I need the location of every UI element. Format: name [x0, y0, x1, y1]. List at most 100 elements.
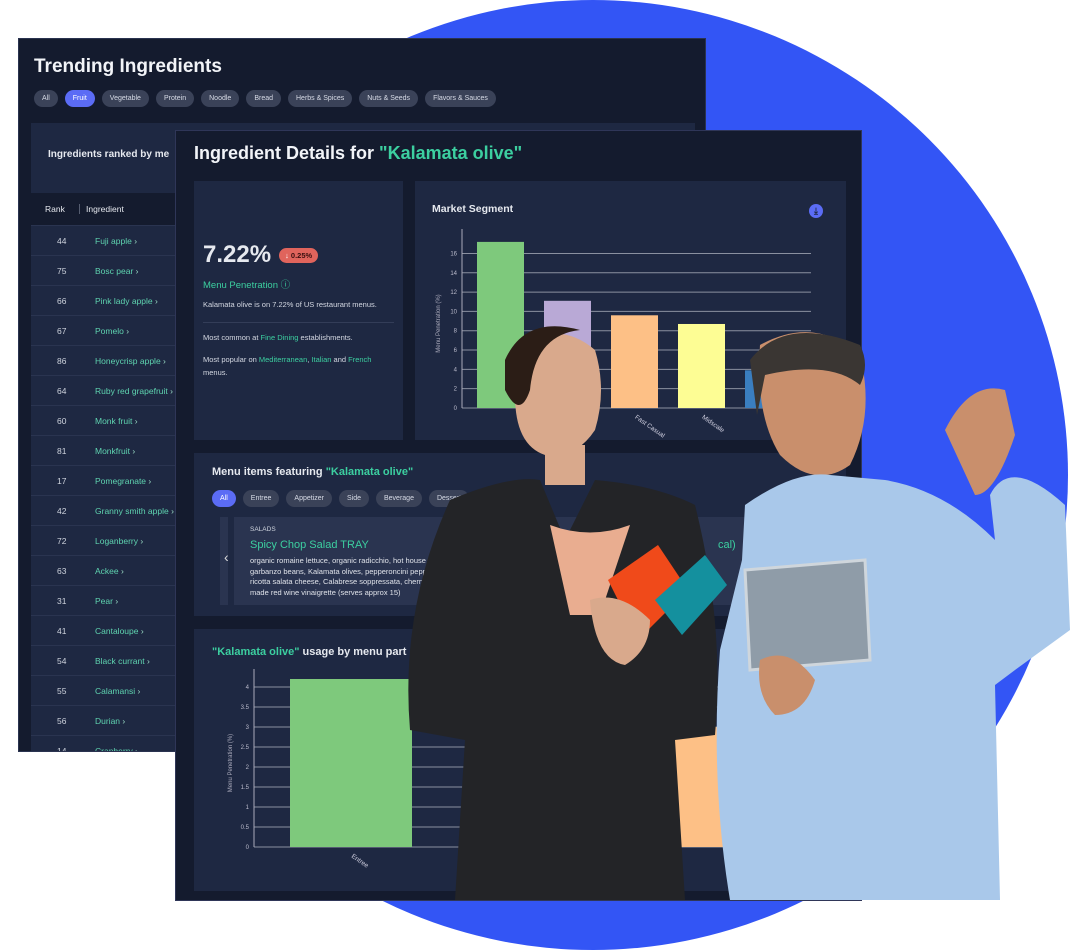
divider — [203, 322, 394, 323]
most-popular-text: Most popular on Mediterranean, Italian a… — [203, 355, 372, 377]
ingredient-link[interactable]: Bosc pear — [81, 266, 138, 276]
cuisine-link[interactable]: Mediterranean — [259, 355, 307, 364]
ingredient-link[interactable]: Ruby red grapefruit — [81, 386, 173, 396]
category-filters: All Fruit Vegetable Protein Noodle Bread Herbs… — [34, 90, 496, 107]
y-tick-label: 1 — [246, 805, 250, 811]
rank-cell: 54 — [57, 655, 67, 666]
x-tick-label: Midscale — [700, 414, 725, 435]
bar — [544, 300, 591, 408]
y-tick-label: 10 — [450, 309, 457, 315]
filter-chip-protein[interactable]: Protein — [155, 90, 195, 107]
filter-chip-entree[interactable]: Entree — [242, 490, 280, 507]
ingredient-link[interactable]: Pomelo — [81, 326, 129, 336]
rank-cell: 17 — [57, 475, 67, 486]
menu-part-usage-card: "Kalamata olive" usage by menu part Menu… — [194, 629, 846, 891]
ingredient-link[interactable]: Honeycrisp apple — [81, 356, 166, 366]
ingredient-link[interactable]: Pink lady apple — [81, 296, 158, 306]
y-axis-label: Menu Penetration (%) — [228, 734, 234, 792]
y-tick-label: 1.5 — [241, 785, 250, 791]
y-tick-label: 4 — [454, 367, 458, 373]
y-tick-label: 0.5 — [241, 825, 250, 831]
chevron-left-icon[interactable]: ‹ — [224, 549, 229, 565]
bar — [678, 323, 725, 408]
filter-chip-all[interactable]: All — [212, 490, 236, 507]
ingredient-name: "Kalamata olive" — [379, 143, 523, 163]
ingredient-link[interactable]: Cantaloupe — [81, 626, 144, 636]
filter-chip-all[interactable]: All — [34, 90, 58, 107]
y-tick-label: 0 — [246, 845, 250, 851]
column-ingredient[interactable]: Ingredient — [79, 204, 124, 214]
ingredient-link[interactable]: Pomegranate — [81, 476, 151, 486]
filter-chip-fruit[interactable]: Fruit — [64, 90, 95, 107]
rank-cell: 44 — [57, 235, 67, 246]
menu-item-description: organic romaine lettuce, organic radicch… — [250, 556, 431, 597]
y-tick-label: 12 — [450, 290, 457, 296]
menu-items-title: Menu items featuring "Kalamata olive" — [212, 466, 414, 478]
ingredient-link[interactable]: Cranberry — [81, 746, 138, 752]
market-segment-card: Market Segment ⤓ Menu Penetration (%) 0 2 4… — [415, 181, 846, 440]
column-rank[interactable]: Rank — [31, 204, 79, 214]
menu-item-name[interactable]: Spicy Chop Salad TRAY — [250, 539, 369, 551]
ingredient-details-panel: Ingredient Details for "Kalamata olive" … — [175, 130, 862, 901]
filter-chip-vegetable[interactable]: Vegetable — [101, 90, 149, 107]
rank-cell: 67 — [57, 325, 67, 336]
rank-cell: 66 — [57, 295, 67, 306]
cuisine-link[interactable]: Italian — [311, 355, 331, 364]
rank-cell: 81 — [57, 445, 67, 456]
bar — [290, 679, 412, 847]
ingredient-link[interactable]: Granny smith apple — [81, 506, 174, 516]
y-tick-label: 2.5 — [241, 745, 250, 751]
filter-chip-beverage[interactable]: Beverage — [376, 490, 422, 507]
x-tick-label: Side — [730, 853, 745, 866]
y-tick-label: 0 — [454, 406, 458, 412]
change-badge: ↓ 0.25% — [279, 247, 319, 263]
filter-chip-bread[interactable]: Bread — [246, 90, 281, 107]
filter-chip-flavors-sauces[interactable]: Flavors & Sauces — [425, 90, 496, 107]
ingredient-link[interactable]: Durian — [81, 716, 125, 726]
filter-chip-herbs-spices[interactable]: Herbs & Spices — [288, 90, 353, 107]
rank-cell: 42 — [57, 505, 67, 516]
rank-cell: 41 — [57, 625, 67, 636]
y-tick-label: 3.5 — [241, 705, 250, 711]
info-icon[interactable]: ⓘ — [281, 280, 291, 291]
filter-chip-dessert[interactable]: Dessert — [428, 490, 470, 507]
menu-item-card[interactable]: SALADS Spicy Chop Salad TRAY organic rom… — [234, 517, 834, 605]
penetration-card: 7.22% ↓ 0.25% Menu Penetration ⓘ Kalamat… — [194, 181, 403, 440]
bar — [745, 370, 792, 408]
menu-part-chart: Menu Penetration (%) 0 0.5 1 1.5 2 2.5 3 3.5 4 Ent… — [228, 669, 834, 870]
menu-items-card: Menu items featuring "Kalamata olive" Al… — [194, 453, 846, 616]
ingredient-link[interactable]: Ackee — [81, 566, 124, 576]
filter-chip-noodle[interactable]: Noodle — [201, 90, 240, 107]
y-tick-label: 2 — [246, 765, 250, 771]
page-title: Trending Ingredients — [34, 56, 222, 77]
rank-cell: 56 — [57, 715, 67, 726]
rank-cell: 31 — [57, 595, 67, 606]
rank-cell: 86 — [57, 355, 67, 366]
rank-cell: 64 — [57, 385, 67, 396]
ingredient-link[interactable]: Black currant — [81, 656, 150, 666]
filter-chip-appetizer[interactable]: Appetizer — [286, 490, 332, 507]
filter-chip-nuts-seeds[interactable]: Nuts & Seeds — [359, 90, 419, 107]
y-tick-label: 2 — [454, 387, 458, 393]
ingredient-link[interactable]: Monk fruit — [81, 416, 138, 426]
ingredient-link[interactable]: Calamansi — [81, 686, 140, 696]
segment-link[interactable]: Fine Dining — [261, 333, 299, 342]
penetration-value: 7.22% — [203, 241, 272, 268]
filter-chip-side[interactable]: Side — [338, 490, 369, 507]
summary-text: Kalamata olive is on 7.22% of US restaur… — [203, 300, 377, 309]
ingredient-link[interactable]: Monkfruit — [81, 446, 135, 456]
cuisine-link[interactable]: French — [348, 355, 371, 364]
y-tick-label: 14 — [450, 271, 457, 277]
y-tick-label: 4 — [246, 685, 250, 691]
rank-cell: 72 — [57, 535, 67, 546]
ranked-heading: Ingredients ranked by me — [48, 149, 170, 160]
bar — [477, 241, 524, 408]
y-tick-label: 6 — [454, 348, 458, 354]
ingredient-link[interactable]: Loganberry — [81, 536, 143, 546]
menu-item-2-name[interactable]: cal) — [718, 539, 736, 551]
rank-cell: 60 — [57, 415, 67, 426]
ingredient-link[interactable]: Fuji apple — [81, 236, 137, 246]
rank-cell: 14 — [57, 745, 67, 752]
rank-cell: 75 — [57, 265, 67, 276]
ingredient-link[interactable]: Pear — [81, 596, 118, 606]
